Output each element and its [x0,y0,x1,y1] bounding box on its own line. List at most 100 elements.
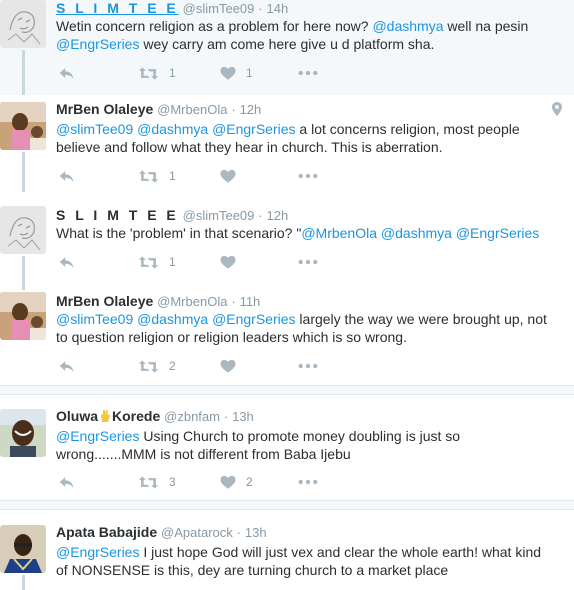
timestamp[interactable]: 14h [267,1,289,16]
tweet[interactable]: MrBen Olaleye @MrbenOla · 12h @slimTee09… [0,100,574,192]
like-button[interactable] [220,253,236,271]
more-button[interactable] [298,167,318,185]
reply-icon [58,66,76,81]
more-button[interactable] [298,473,318,491]
timestamp[interactable]: 13h [245,525,267,540]
text-segment: of NONSENSE is this, dey are turning chu… [56,562,449,578]
mention-link[interactable]: @EngrSeries [56,428,139,444]
like-button[interactable]: 1 [220,64,253,82]
reply-button[interactable] [58,64,76,82]
like-button[interactable] [220,167,236,185]
user-handle[interactable]: @slimTee09 [183,208,255,223]
separator: · [231,294,236,309]
mention-link[interactable]: @slimTee09 [56,121,133,137]
thread-line [22,575,25,590]
like-count: 1 [246,66,253,80]
like-button[interactable] [220,357,236,375]
mention-link[interactable]: @dashmya [372,18,443,34]
text-segment: wrong.......MMM is not different from Ba… [56,446,351,462]
more-button[interactable] [298,253,318,271]
mention-link[interactable]: @slimTee09 [56,311,133,327]
display-name[interactable]: MrBen Olaleye [56,101,153,117]
separator: · [223,409,229,424]
display-name[interactable]: MrBen Olaleye [56,293,153,309]
conversation-divider [0,500,574,510]
tweet-text: What is the 'problem' in that scenario? … [56,224,539,242]
tweet-actions: 3 2 [58,473,338,491]
timestamp[interactable]: 11h [240,294,261,309]
user-handle[interactable]: @MrbenOla [157,102,227,117]
display-name-part: Korede [112,408,161,424]
like-button[interactable]: 2 [220,473,253,491]
retweet-button[interactable]: 1 [138,167,176,185]
user-handle[interactable]: @slimTee09 [183,1,255,16]
display-name[interactable]: S L I M T E E [56,0,179,16]
tweet-actions: 1 1 [58,64,338,82]
tweet-text: @slimTee09 @dashmya @EngrSeries largely … [56,310,547,346]
retweet-icon [138,359,159,374]
reply-icon [58,359,76,374]
retweet-button[interactable]: 2 [138,357,176,375]
text-segment: I just hope God will just vex and clear … [139,544,542,560]
reply-button[interactable] [58,357,76,375]
display-name[interactable]: Apata Babajide [56,524,157,540]
text-segment: Wetin concern religion as a problem for … [56,18,373,34]
user-handle[interactable]: @MrbenOla [157,294,227,309]
mention-link[interactable]: @EngrSeries [212,311,295,327]
tweet[interactable]: Apata Babajide @Apatarock · 13h @EngrSer… [0,523,574,590]
more-button[interactable] [298,357,318,375]
avatar[interactable] [0,102,46,150]
timestamp[interactable]: 12h [240,102,262,117]
tweet[interactable]: S L I M T E E @slimTee09 · 12h What is t… [0,206,574,290]
reply-icon [58,169,76,184]
retweet-icon [138,169,159,184]
text-segment: a lot concerns religion, most people [295,121,520,137]
avatar[interactable] [0,292,46,340]
retweet-button[interactable]: 1 [138,253,176,271]
retweet-button[interactable]: 3 [138,473,176,491]
user-handle[interactable]: @Apatarock [161,525,233,540]
tweet-header: MrBen Olaleye @MrbenOla · 12h [56,100,261,119]
tweet-header: MrBen Olaleye @MrbenOla · 11h [56,292,260,311]
tweet-header: S L I M T E E @slimTee09 · 12h [56,206,288,225]
tweet[interactable]: MrBen Olaleye @MrbenOla · 11h @slimTee09… [0,292,574,380]
timestamp[interactable]: 13h [232,409,254,424]
tweet-header: Apata Babajide @Apatarock · 13h [56,523,267,542]
location-pin-icon[interactable] [552,102,562,116]
timestamp[interactable]: 12h [267,208,289,223]
heart-icon [220,359,236,374]
avatar[interactable] [0,409,46,457]
thread-line [22,256,25,290]
avatar[interactable] [0,525,46,573]
user-handle[interactable]: @zbnfam [164,409,220,424]
tweet[interactable]: S L I M T E E @slimTee09 · 14h Wetin con… [0,0,574,95]
more-icon [298,363,318,369]
text-segment: believe and follow what they hear in chu… [56,139,443,155]
heart-icon [220,255,236,270]
more-button[interactable] [298,64,318,82]
display-name[interactable]: S L I M T E E [56,207,179,223]
avatar[interactable] [0,206,46,254]
retweet-icon [138,66,159,81]
mention-link[interactable]: @dashmya [137,311,208,327]
reply-button[interactable] [58,167,76,185]
tweet[interactable]: Oluwa Korede @zbnfam · 13h @EngrSeries Us… [0,407,574,495]
display-name[interactable]: Oluwa Korede [56,408,160,424]
conversation-divider [0,385,574,395]
mention-link[interactable]: @dashmya [137,121,208,137]
mention-link[interactable]: @MrbenOla [301,225,377,241]
mention-link[interactable]: @EngrSeries [456,225,539,241]
mention-link[interactable]: @dashmya [381,225,452,241]
retweet-button[interactable]: 1 [138,64,176,82]
text-segment: well na pesin [443,18,529,34]
reply-button[interactable] [58,473,76,491]
reply-button[interactable] [58,253,76,271]
mention-link[interactable]: @EngrSeries [56,544,139,560]
avatar[interactable] [0,0,46,48]
tweet-actions: 1 [58,167,338,185]
mention-link[interactable]: @EngrSeries [56,36,139,52]
text-segment: What is the 'problem' in that scenario? … [56,225,302,241]
more-icon [298,70,318,76]
separator: · [231,102,236,117]
mention-link[interactable]: @EngrSeries [212,121,295,137]
